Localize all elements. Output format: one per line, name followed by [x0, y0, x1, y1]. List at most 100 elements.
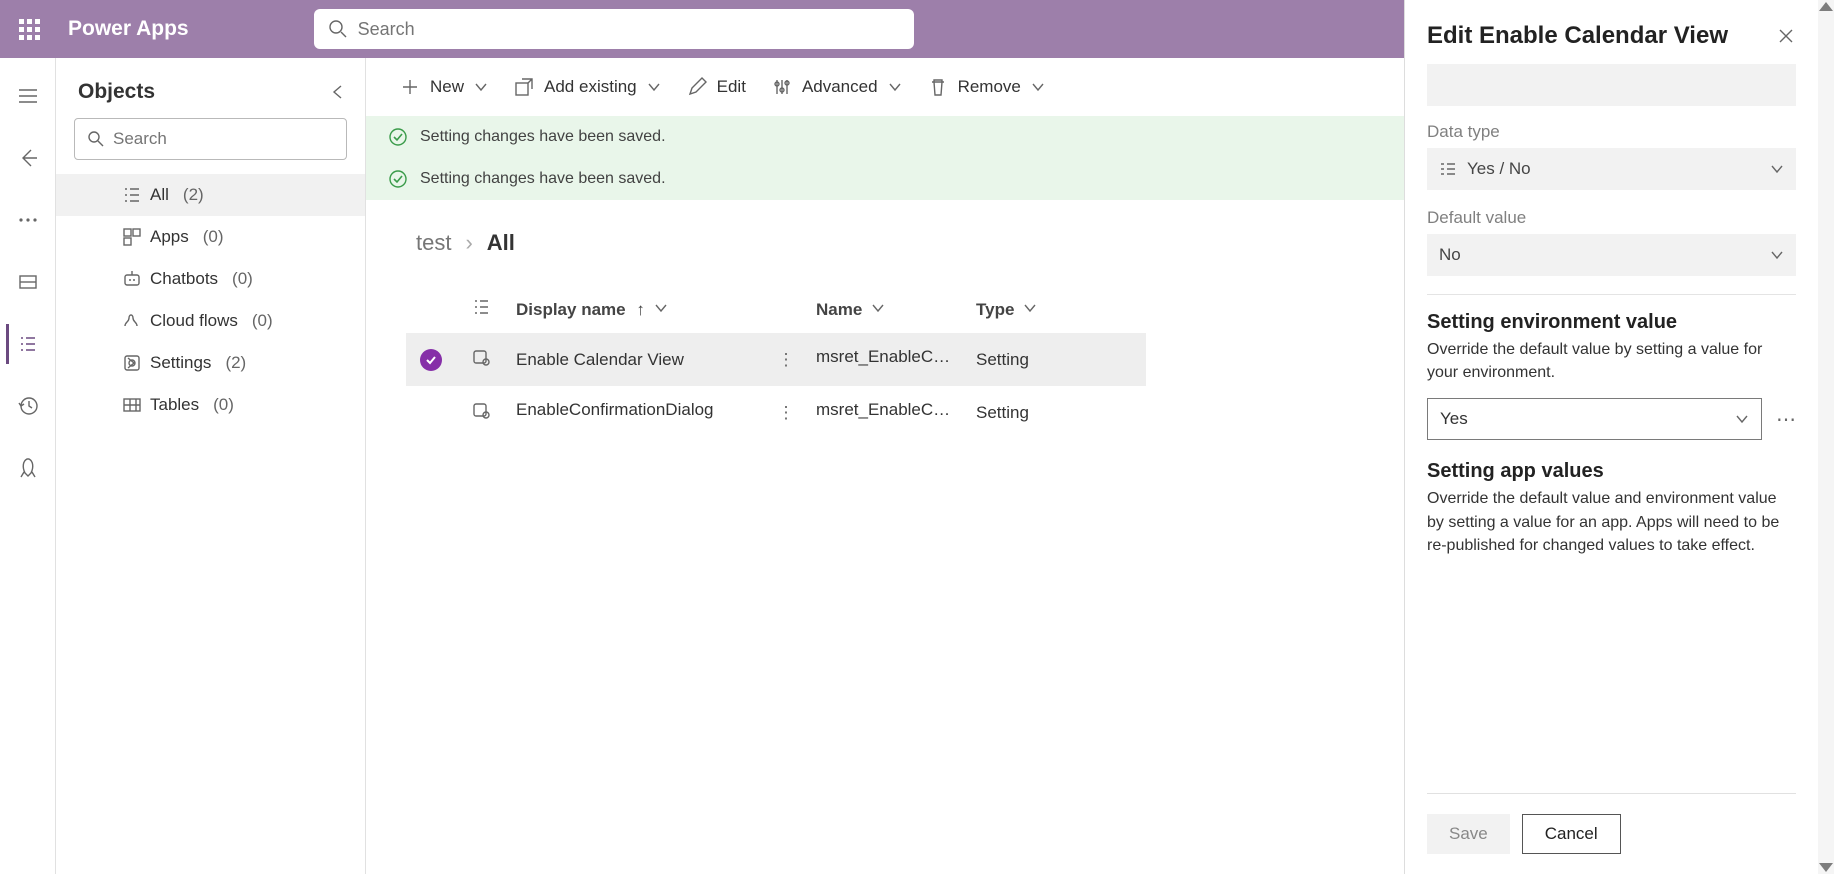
cmd-label: Advanced — [802, 77, 878, 97]
table-icon — [122, 395, 142, 415]
chevron-down-icon — [871, 301, 885, 315]
sliders-icon — [772, 77, 792, 97]
cancel-button[interactable]: Cancel — [1522, 814, 1621, 854]
save-button[interactable]: Save — [1427, 814, 1510, 854]
bot-icon — [122, 269, 142, 289]
success-icon — [388, 127, 408, 147]
rail-nav-history[interactable] — [8, 386, 48, 426]
row-selected-icon[interactable] — [420, 349, 442, 371]
data-type-select: Yes / No — [1427, 148, 1796, 190]
cmd-remove[interactable]: Remove — [928, 77, 1045, 97]
chevron-down-icon — [1770, 248, 1784, 262]
env-value-more-button[interactable]: ⋯ — [1776, 407, 1796, 432]
chevron-right-icon: › — [465, 230, 472, 256]
col-label: Display name — [516, 300, 626, 319]
panel-title: Edit Enable Calendar View — [1427, 22, 1728, 50]
col-name[interactable]: Name — [806, 286, 966, 333]
success-icon — [388, 169, 408, 189]
col-label: Name — [816, 300, 862, 319]
cmd-label: New — [430, 77, 464, 97]
chevron-down-icon — [647, 80, 661, 94]
cell-type: Setting — [976, 403, 1029, 422]
rail-nav-solution[interactable] — [6, 324, 46, 364]
row-more-button[interactable]: ⋮ — [778, 403, 795, 422]
tree-count: (2) — [183, 185, 204, 205]
cell-name: msret_EnableCal… — [816, 347, 956, 367]
cmd-edit[interactable]: Edit — [687, 77, 746, 97]
panel-footer: Save Cancel — [1427, 793, 1796, 874]
cell-display-name: EnableConfirmationDialog — [516, 400, 714, 420]
items-table: Display name ↑ Name Type — [406, 286, 1146, 439]
tree-count: (0) — [213, 395, 234, 415]
close-button[interactable] — [1776, 26, 1796, 46]
default-value-select: No — [1427, 234, 1796, 276]
rail-hamburger[interactable] — [8, 76, 48, 116]
sort-arrow-up-icon: ↑ — [636, 300, 645, 319]
objects-sidebar: Objects All (2) Apps (0) Chatbots (0) Cl… — [56, 58, 366, 874]
row-more-button[interactable]: ⋮ — [778, 350, 795, 369]
col-type[interactable]: Type — [966, 286, 1146, 333]
hamburger-icon — [17, 85, 39, 107]
objects-search-input[interactable] — [113, 129, 334, 149]
table-row[interactable]: EnableConfirmationDialog ⋮ msret_EnableC… — [406, 386, 1146, 439]
add-existing-icon — [514, 77, 534, 97]
tree-item-all[interactable]: All (2) — [56, 174, 365, 216]
scroll-up-icon[interactable] — [1819, 2, 1833, 11]
back-arrow-icon — [17, 147, 39, 169]
tree-item-tables[interactable]: Tables (0) — [56, 384, 365, 426]
env-value-select[interactable]: Yes — [1427, 398, 1762, 440]
objects-title: Objects — [78, 80, 155, 104]
save-label: Save — [1449, 824, 1488, 844]
collapse-sidebar-button[interactable] — [329, 83, 347, 101]
ellipsis-icon — [17, 215, 39, 225]
cmd-label: Edit — [717, 77, 746, 97]
apps-icon — [122, 227, 142, 247]
tree-item-settings[interactable]: Settings (2) — [56, 342, 365, 384]
table-row[interactable]: Enable Calendar View ⋮ msret_EnableCal… … — [406, 333, 1146, 386]
cmd-label: Add existing — [544, 77, 637, 97]
notification-text: Setting changes have been saved. — [420, 170, 666, 188]
tree-label: All — [150, 185, 169, 205]
tree-count: (0) — [232, 269, 253, 289]
rail-back[interactable] — [8, 138, 48, 178]
tree-item-chatbots[interactable]: Chatbots (0) — [56, 258, 365, 300]
breadcrumb-root[interactable]: test — [416, 230, 451, 256]
env-section-desc: Override the default value by setting a … — [1427, 338, 1796, 384]
waffle-icon — [19, 19, 40, 40]
rail-nav-publish[interactable] — [8, 448, 48, 488]
breadcrumb-current: All — [487, 230, 515, 256]
cmd-new[interactable]: New — [400, 77, 488, 97]
list-icon — [472, 298, 490, 316]
col-display-name[interactable]: Display name ↑ — [506, 286, 766, 333]
tree-label: Tables — [150, 395, 199, 415]
search-icon — [328, 19, 348, 39]
setting-icon — [472, 401, 490, 419]
scroll-down-icon[interactable] — [1819, 863, 1833, 872]
col-select[interactable] — [406, 286, 456, 333]
col-label: Type — [976, 300, 1014, 319]
cell-name: msret_EnableCo… — [816, 400, 956, 420]
tree-item-cloud-flows[interactable]: Cloud flows (0) — [56, 300, 365, 342]
tree-item-apps[interactable]: Apps (0) — [56, 216, 365, 258]
trash-icon — [928, 77, 948, 97]
cmd-label: Remove — [958, 77, 1021, 97]
list-icon — [17, 333, 39, 355]
default-value-label: Default value — [1427, 208, 1796, 228]
cmd-advanced[interactable]: Advanced — [772, 77, 902, 97]
setting-icon — [472, 348, 490, 366]
col-type-icon[interactable] — [456, 286, 506, 333]
cmd-add-existing[interactable]: Add existing — [514, 77, 661, 97]
rail-nav-table[interactable] — [8, 262, 48, 302]
objects-search[interactable] — [74, 118, 347, 160]
data-type-value: Yes / No — [1467, 159, 1531, 179]
rocket-icon — [17, 457, 39, 479]
cell-type: Setting — [976, 350, 1029, 369]
rail-more[interactable] — [8, 200, 48, 240]
chevron-down-icon — [1031, 80, 1045, 94]
global-search[interactable] — [314, 9, 914, 49]
list-icon — [122, 185, 142, 205]
tree-count: (0) — [203, 227, 224, 247]
app-launcher-button[interactable] — [0, 0, 58, 58]
global-search-input[interactable] — [358, 19, 900, 40]
scrollbar[interactable] — [1818, 0, 1834, 874]
